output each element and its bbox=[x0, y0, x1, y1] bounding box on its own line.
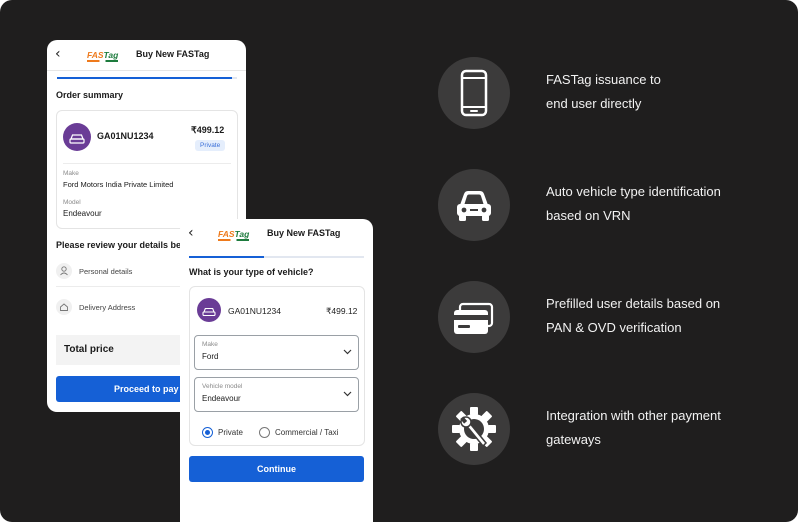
vehicle-summary-box: GA01NU1234 ₹499.12 Private Make Ford Mot… bbox=[56, 110, 238, 229]
progress-bar bbox=[189, 256, 364, 258]
fastag-logo: FASTag bbox=[87, 50, 119, 62]
divider bbox=[63, 163, 231, 164]
make-label: Make bbox=[63, 170, 79, 177]
feature-text-2: Auto vehicle type identification based o… bbox=[546, 180, 766, 228]
feature-text-4: Integration with other payment gateways bbox=[546, 404, 766, 452]
review-title: Please review your details be bbox=[56, 240, 182, 250]
progress-bar bbox=[57, 77, 237, 79]
feature-text-1: FASTag issuance to end user directly bbox=[546, 68, 766, 116]
radio-private[interactable] bbox=[202, 427, 213, 438]
gear-wrench-icon bbox=[452, 407, 496, 451]
vehicle-model-dropdown[interactable]: Vehicle model Endeavour bbox=[194, 377, 359, 412]
car-icon bbox=[202, 307, 216, 317]
feature-icon-circle bbox=[438, 393, 510, 465]
question-title: What is your type of vehicle? bbox=[189, 267, 314, 277]
feature-line: Auto vehicle type identification bbox=[546, 184, 721, 199]
app-header: ‹ FASTag Buy New FASTag bbox=[180, 219, 373, 249]
feature-line: based on VRN bbox=[546, 208, 631, 223]
car-icon bbox=[69, 134, 85, 144]
vehicle-avatar bbox=[63, 123, 91, 151]
vehicle-number: GA01NU1234 bbox=[228, 306, 281, 316]
price: ₹499.12 bbox=[191, 125, 225, 135]
back-arrow-icon[interactable]: ‹ bbox=[188, 225, 194, 241]
feature-icon-circle bbox=[438, 281, 510, 353]
vehicle-details-box: GA01NU1234 ₹499.12 Make Ford Vehicle mod… bbox=[189, 286, 365, 446]
person-icon bbox=[56, 263, 72, 279]
price: ₹499.12 bbox=[326, 306, 358, 316]
feature-line: Prefilled user details based on bbox=[546, 296, 721, 311]
radio-commercial-label[interactable]: Commercial / Taxi bbox=[275, 428, 338, 437]
review-item-personal-details[interactable]: Personal details bbox=[79, 267, 132, 276]
car-icon bbox=[457, 191, 491, 221]
feature-line: PAN & OVD verification bbox=[546, 320, 682, 335]
vehicle-number: GA01NU1234 bbox=[97, 131, 154, 141]
section-title: Order summary bbox=[56, 90, 124, 100]
feature-icon-circle bbox=[438, 57, 510, 129]
feature-line: gateways bbox=[546, 432, 601, 447]
chevron-down-icon bbox=[343, 391, 352, 397]
header-title: Buy New FASTag bbox=[136, 49, 210, 59]
total-price-label: Total price bbox=[64, 344, 114, 355]
model-label: Model bbox=[63, 199, 81, 206]
make-dropdown[interactable]: Make Ford bbox=[194, 335, 359, 370]
feature-icon-circle bbox=[438, 169, 510, 241]
continue-button[interactable]: Continue bbox=[189, 456, 364, 482]
smartphone-icon bbox=[460, 69, 488, 117]
feature-line: end user directly bbox=[546, 96, 642, 111]
feature-line: FASTag issuance to bbox=[546, 72, 661, 87]
vehicle-type-screen: ‹ FASTag Buy New FASTag What is your typ… bbox=[180, 219, 373, 522]
radio-private-label[interactable]: Private bbox=[218, 428, 243, 437]
model-field-value: Endeavour bbox=[202, 394, 241, 403]
back-arrow-icon[interactable]: ‹ bbox=[55, 46, 61, 62]
fastag-logo: FASTag bbox=[218, 229, 250, 241]
review-item-delivery-address[interactable]: Delivery Address bbox=[79, 303, 135, 312]
radio-commercial[interactable] bbox=[259, 427, 270, 438]
make-field-value: Ford bbox=[202, 352, 219, 361]
model-value: Endeavour bbox=[63, 209, 102, 218]
model-field-label: Vehicle model bbox=[202, 383, 243, 390]
feature-line: Integration with other payment bbox=[546, 408, 721, 423]
showcase-panel: ‹ FASTag Buy New FASTag Order summary GA… bbox=[0, 0, 798, 522]
vehicle-type-badge: Private bbox=[195, 140, 226, 151]
chevron-down-icon bbox=[343, 349, 352, 355]
header-title: Buy New FASTag bbox=[267, 228, 341, 238]
make-field-label: Make bbox=[202, 341, 218, 348]
app-header: ‹ FASTag Buy New FASTag bbox=[47, 40, 246, 71]
make-value: Ford Motors India Private Limited bbox=[63, 180, 174, 189]
vehicle-avatar bbox=[197, 298, 221, 322]
credit-card-icon bbox=[454, 302, 494, 334]
home-icon bbox=[56, 299, 72, 315]
feature-text-3: Prefilled user details based on PAN & OV… bbox=[546, 292, 766, 340]
